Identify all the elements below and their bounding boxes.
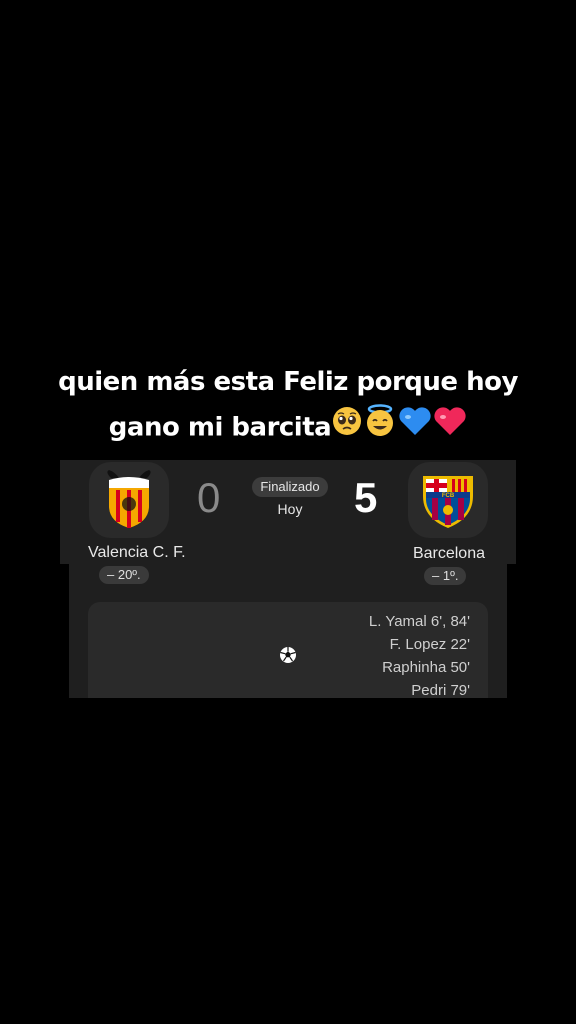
- scorer-item: F. Lopez 22': [389, 636, 470, 653]
- away-team-crest[interactable]: FCB: [408, 462, 488, 538]
- smiling-face-with-halo-icon: [363, 404, 397, 452]
- away-score: 5: [354, 474, 378, 521]
- barcelona-crest-icon: FCB: [423, 476, 473, 528]
- scorer-item: Raphinha 50': [382, 659, 470, 676]
- home-team-crest[interactable]: [89, 462, 169, 538]
- home-score: 0: [197, 474, 221, 521]
- caption-line-1: quien más esta Feliz porque hoy: [58, 367, 518, 397]
- pleading-face-icon: [332, 406, 362, 450]
- blue-heart-icon: [398, 406, 432, 450]
- match-date: Hoy: [277, 501, 303, 517]
- home-team-rank: – 20º.: [99, 566, 149, 584]
- soccer-ball-icon: [280, 647, 296, 663]
- scorer-item: Pedri 79': [411, 682, 470, 699]
- caption-line-2: gano mi barcita: [0, 404, 576, 452]
- home-team-name[interactable]: Valencia C. F.: [88, 544, 186, 562]
- away-team-name[interactable]: Barcelona: [413, 545, 485, 563]
- valencia-crest-icon: [107, 470, 151, 528]
- match-status-badge: Finalizado: [252, 477, 328, 497]
- video-caption: quien más esta Feliz porque hoy gano mi …: [0, 360, 576, 452]
- caption-line-2-text: gano mi barcita: [108, 412, 332, 443]
- scorers-list: L. Yamal 6', 84' F. Lopez 22' Raphinha 5…: [369, 610, 470, 702]
- away-team-rank: – 1º.: [424, 567, 467, 585]
- red-heart-icon: [433, 406, 467, 450]
- scorer-item: L. Yamal 6', 84': [368, 613, 470, 630]
